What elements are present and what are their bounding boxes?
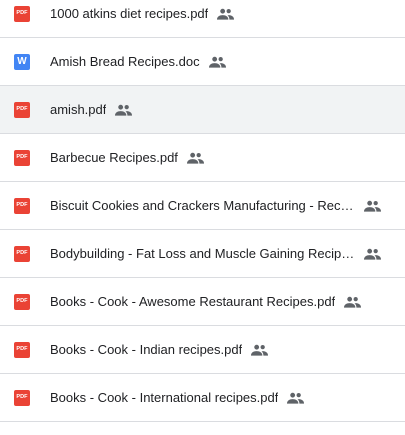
file-row[interactable]: PDF amish.pdf	[0, 86, 405, 134]
shared-people-icon	[344, 296, 362, 308]
pdf-file-icon: PDF	[14, 341, 30, 358]
pdf-file-icon: PDF	[14, 101, 30, 118]
shared-people-icon	[208, 56, 226, 68]
file-name[interactable]: Bodybuilding - Fat Loss and Muscle Gaini…	[50, 246, 355, 261]
file-name-wrap: amish.pdf	[50, 86, 381, 133]
file-type-label: PDF	[16, 153, 28, 160]
pdf-file-icon: PDF	[14, 389, 30, 406]
file-name[interactable]: Amish Bread Recipes.doc	[50, 54, 200, 69]
file-name-wrap: Books - Cook - International recipes.pdf	[50, 374, 381, 421]
file-type-label: PDF	[16, 393, 28, 400]
file-name[interactable]: 1000 atkins diet recipes.pdf	[50, 6, 208, 21]
file-name-wrap: Amish Bread Recipes.doc	[50, 38, 381, 85]
word-doc-file-icon: W	[14, 53, 30, 70]
file-name-wrap: Books - Cook - Awesome Restaurant Recipe…	[50, 278, 381, 325]
file-type-label: PDF	[16, 9, 28, 16]
file-row[interactable]: PDF Bodybuilding - Fat Loss and Muscle G…	[0, 230, 405, 278]
pdf-file-icon: PDF	[14, 5, 30, 22]
pdf-file-icon: PDF	[14, 149, 30, 166]
file-name[interactable]: Biscuit Cookies and Crackers Manufacturi…	[50, 198, 355, 213]
file-row[interactable]: PDF Books - Cook - Awesome Restaurant Re…	[0, 278, 405, 326]
pdf-file-icon: PDF	[14, 293, 30, 310]
shared-people-icon	[364, 200, 381, 212]
file-name-wrap: 1000 atkins diet recipes.pdf	[50, 0, 381, 37]
file-row[interactable]: PDF Barbecue Recipes.pdf	[0, 134, 405, 182]
file-name[interactable]: Books - Cook - Awesome Restaurant Recipe…	[50, 294, 335, 309]
shared-people-icon	[287, 392, 305, 404]
file-row[interactable]: W Amish Bread Recipes.doc	[0, 38, 405, 86]
file-type-label: PDF	[16, 201, 28, 208]
file-type-label: W	[17, 55, 27, 67]
file-name[interactable]: amish.pdf	[50, 102, 106, 117]
file-type-label: PDF	[16, 105, 28, 112]
shared-people-icon	[364, 248, 381, 260]
file-name-wrap: Biscuit Cookies and Crackers Manufacturi…	[50, 182, 381, 229]
file-type-label: PDF	[16, 297, 28, 304]
shared-people-icon	[115, 104, 133, 116]
file-name[interactable]: Books - Cook - Indian recipes.pdf	[50, 342, 242, 357]
file-type-label: PDF	[16, 249, 28, 256]
file-row[interactable]: PDF 1000 atkins diet recipes.pdf	[0, 0, 405, 38]
shared-people-icon	[186, 152, 204, 164]
file-name-wrap: Barbecue Recipes.pdf	[50, 134, 381, 181]
file-name[interactable]: Barbecue Recipes.pdf	[50, 150, 178, 165]
shared-people-icon	[217, 8, 235, 20]
pdf-file-icon: PDF	[14, 245, 30, 262]
shared-people-icon	[251, 344, 269, 356]
file-row[interactable]: PDF Books - Cook - Indian recipes.pdf	[0, 326, 405, 374]
file-name-wrap: Books - Cook - Indian recipes.pdf	[50, 326, 381, 373]
file-row[interactable]: PDF Biscuit Cookies and Crackers Manufac…	[0, 182, 405, 230]
pdf-file-icon: PDF	[14, 197, 30, 214]
file-name[interactable]: Books - Cook - International recipes.pdf	[50, 390, 278, 405]
file-row[interactable]: PDF Books - Cook - International recipes…	[0, 374, 405, 422]
file-list: PDF 1000 atkins diet recipes.pdf W Amish…	[0, 0, 405, 422]
file-name-wrap: Bodybuilding - Fat Loss and Muscle Gaini…	[50, 230, 381, 277]
file-type-label: PDF	[16, 345, 28, 352]
